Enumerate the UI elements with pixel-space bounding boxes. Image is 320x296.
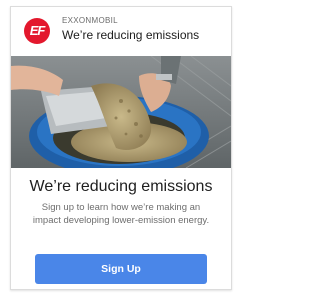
ad-description: Sign up to learn how we’re making an imp…	[32, 202, 210, 226]
sign-up-button[interactable]: Sign Up	[35, 254, 207, 284]
exxonmobil-logo-icon: EF	[24, 18, 50, 44]
ad-header: EF EXXONMOBIL We’re reducing emissions	[11, 7, 231, 53]
grain-bucket-illustration	[11, 56, 231, 168]
ad-card[interactable]: EF EXXONMOBIL We’re reducing emissions W…	[10, 6, 232, 290]
hero-image[interactable]	[11, 56, 231, 168]
ad-title: We’re reducing emissions	[29, 178, 213, 195]
advertiser-name: EXXONMOBIL	[62, 16, 118, 25]
ad-headline: We’re reducing emissions	[62, 28, 200, 42]
